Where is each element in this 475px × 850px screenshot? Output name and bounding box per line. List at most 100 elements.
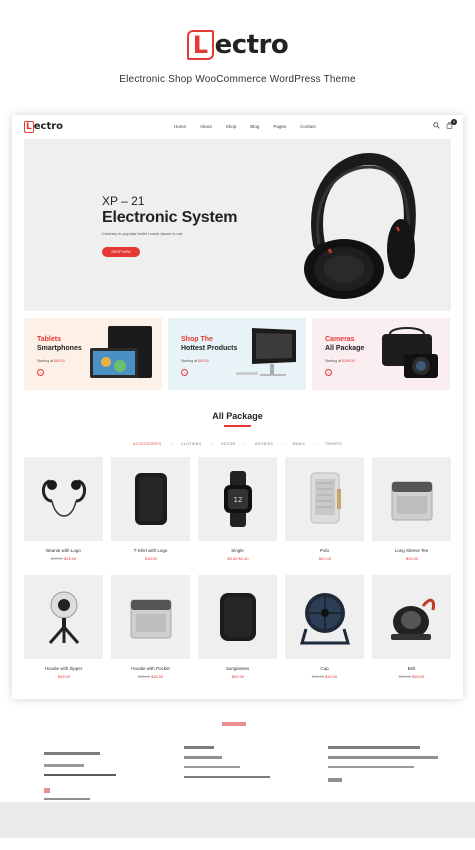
promo-title-dark: Smartphones bbox=[37, 345, 82, 352]
arrow-right-icon[interactable]: › bbox=[181, 369, 188, 376]
site-logo-text: ectro bbox=[33, 121, 64, 132]
product-name[interactable]: Long Sleeve Tee bbox=[372, 548, 451, 553]
product-card[interactable]: Beanie with Logo $20.00$18.00 bbox=[24, 457, 103, 561]
product-name[interactable]: T-Shirt with Logo bbox=[111, 548, 190, 553]
promo-card-hottest[interactable]: Shop The Hottest Products Starting at $9… bbox=[168, 318, 306, 390]
product-price: $65.00$55.00 bbox=[372, 674, 451, 679]
nav-link-contact[interactable]: Contact bbox=[300, 124, 316, 129]
brand-logo-text: ectro bbox=[214, 30, 289, 60]
section-title: All Package bbox=[212, 411, 263, 421]
product-card[interactable]: Sunglasses $90.00 bbox=[198, 575, 277, 679]
product-price: $20.00$18.00 bbox=[24, 556, 103, 561]
brand-logo-letter: L bbox=[186, 30, 214, 60]
tab-separator: • bbox=[282, 442, 284, 446]
product-image[interactable]: 12 bbox=[198, 457, 277, 541]
product-image[interactable] bbox=[372, 457, 451, 541]
product-image[interactable] bbox=[198, 575, 277, 659]
product-name[interactable]: Beanie with Logo bbox=[24, 548, 103, 553]
product-price: $18.00$16.00 bbox=[285, 674, 364, 679]
nav-links: Home About Shop Blog Pages Contact bbox=[174, 124, 316, 129]
site-navbar: Lectro Home About Shop Blog Pages Contac… bbox=[12, 115, 463, 139]
nav-link-pages[interactable]: Pages bbox=[273, 124, 286, 129]
product-name[interactable]: Belt bbox=[372, 666, 451, 671]
nav-link-shop[interactable]: Shop bbox=[226, 124, 237, 129]
hero-pretitle: XP – 21 bbox=[102, 194, 145, 208]
product-image[interactable] bbox=[372, 575, 451, 659]
site-logo[interactable]: Lectro bbox=[24, 121, 64, 133]
product-name[interactable]: Sunglasses bbox=[198, 666, 277, 671]
promo-price: Starting at $299.00 bbox=[325, 359, 355, 363]
product-card[interactable]: Hoodie with Pocket $45.00$35.00 bbox=[111, 575, 190, 679]
product-name[interactable]: Polo bbox=[285, 548, 364, 553]
product-current-price: $16.00 bbox=[325, 674, 338, 679]
product-current-price: $20.00 bbox=[318, 556, 332, 561]
arrow-right-icon[interactable]: › bbox=[325, 369, 332, 376]
product-current-price: $90.00 bbox=[231, 674, 245, 679]
product-image[interactable] bbox=[111, 457, 190, 541]
promo-card-cameras[interactable]: Cameras All Package Starting at $299.00 … bbox=[312, 318, 450, 390]
promo-price: Starting at $99.00 bbox=[181, 359, 209, 363]
product-image[interactable] bbox=[24, 457, 103, 541]
promo-title-red: Tablets bbox=[37, 336, 61, 343]
tab-clothing[interactable]: CLOTHING bbox=[181, 442, 201, 446]
promo-price-label: Starting at bbox=[181, 359, 197, 363]
promo-title: Cameras All Package bbox=[325, 335, 364, 353]
promo-price: Starting at $99.00 bbox=[37, 359, 65, 363]
product-image[interactable] bbox=[285, 575, 364, 659]
product-name[interactable]: Hoodie with Pocket bbox=[111, 666, 190, 671]
fan-icon bbox=[299, 593, 350, 645]
product-price: $90.00 bbox=[198, 674, 277, 679]
hero-description: Contrary to popular belief Lorem Ipsum i… bbox=[102, 231, 183, 236]
brand-header: Lectro Electronic Shop WooCommerce WordP… bbox=[0, 30, 475, 85]
promo-title-dark: Hottest Products bbox=[181, 345, 238, 352]
product-card[interactable]: Cap $18.00$16.00 bbox=[285, 575, 364, 679]
section-title-underline bbox=[224, 425, 251, 427]
ice-maker-icon bbox=[130, 599, 171, 639]
nav-icons: 0 bbox=[433, 119, 457, 131]
product-name[interactable]: Hoodie with Zipper bbox=[24, 666, 103, 671]
theme-preview: Lectro Home About Shop Blog Pages Contac… bbox=[12, 115, 463, 699]
product-current-price: $18.00 bbox=[64, 556, 77, 561]
search-icon[interactable] bbox=[433, 122, 440, 129]
computer-image bbox=[236, 328, 296, 376]
shop-now-button[interactable]: SHOP NOW bbox=[102, 247, 140, 257]
tab-music[interactable]: MUSIC bbox=[293, 442, 306, 446]
product-image[interactable] bbox=[285, 457, 364, 541]
promo-title: Shop The Hottest Products bbox=[181, 335, 237, 353]
promo-title: Tablets Smartphones bbox=[37, 335, 82, 353]
hero-title: Electronic System bbox=[102, 209, 238, 226]
site-logo-letter: L bbox=[24, 121, 34, 133]
camera-bag-image bbox=[382, 327, 438, 378]
product-name[interactable]: Cap bbox=[285, 666, 364, 671]
footer-bottom-bar bbox=[0, 802, 475, 838]
svg-text:12: 12 bbox=[233, 496, 242, 504]
product-card[interactable]: T-Shirt with Logo $18.00 bbox=[111, 457, 190, 561]
product-current-price: $35.00 bbox=[151, 674, 164, 679]
product-current-price: $55.00 bbox=[412, 674, 425, 679]
product-card[interactable]: Long Sleeve Tee $25.00 bbox=[372, 457, 451, 561]
promo-price-value: $99.00 bbox=[53, 359, 65, 363]
product-card[interactable]: 12 Single $3.00 $2.00 bbox=[198, 457, 277, 561]
tab-tshirts[interactable]: TSHIRTS bbox=[325, 442, 342, 446]
product-name[interactable]: Single bbox=[198, 548, 277, 553]
promo-title-dark: All Package bbox=[325, 345, 365, 352]
product-image[interactable] bbox=[24, 575, 103, 659]
product-current-price: $3.00 $2.00 bbox=[227, 556, 249, 561]
product-image[interactable] bbox=[111, 575, 190, 659]
promo-card-tablets[interactable]: Tablets Smartphones Starting at $99.00 › bbox=[24, 318, 162, 390]
brand-logo: Lectro bbox=[186, 30, 289, 60]
product-card[interactable]: Belt $65.00$55.00 bbox=[372, 575, 451, 679]
tab-decor[interactable]: DECOR bbox=[221, 442, 235, 446]
product-card[interactable]: Polo $20.00 bbox=[285, 457, 364, 561]
cart-button[interactable]: 0 bbox=[446, 119, 457, 131]
nav-link-home[interactable]: Home bbox=[174, 124, 186, 129]
product-current-price: $25.00 bbox=[405, 556, 419, 561]
nav-link-about[interactable]: About bbox=[200, 124, 212, 129]
product-card[interactable]: Hoodie with Zipper $45.00 bbox=[24, 575, 103, 679]
heater-icon bbox=[310, 472, 341, 524]
product-price: $18.00 bbox=[111, 556, 190, 561]
nav-link-blog[interactable]: Blog bbox=[250, 124, 259, 129]
arrow-right-icon[interactable]: › bbox=[37, 369, 44, 376]
tab-accessories[interactable]: ACCESSORIES bbox=[133, 442, 162, 446]
tab-hoodies[interactable]: HOODIES bbox=[255, 442, 273, 446]
